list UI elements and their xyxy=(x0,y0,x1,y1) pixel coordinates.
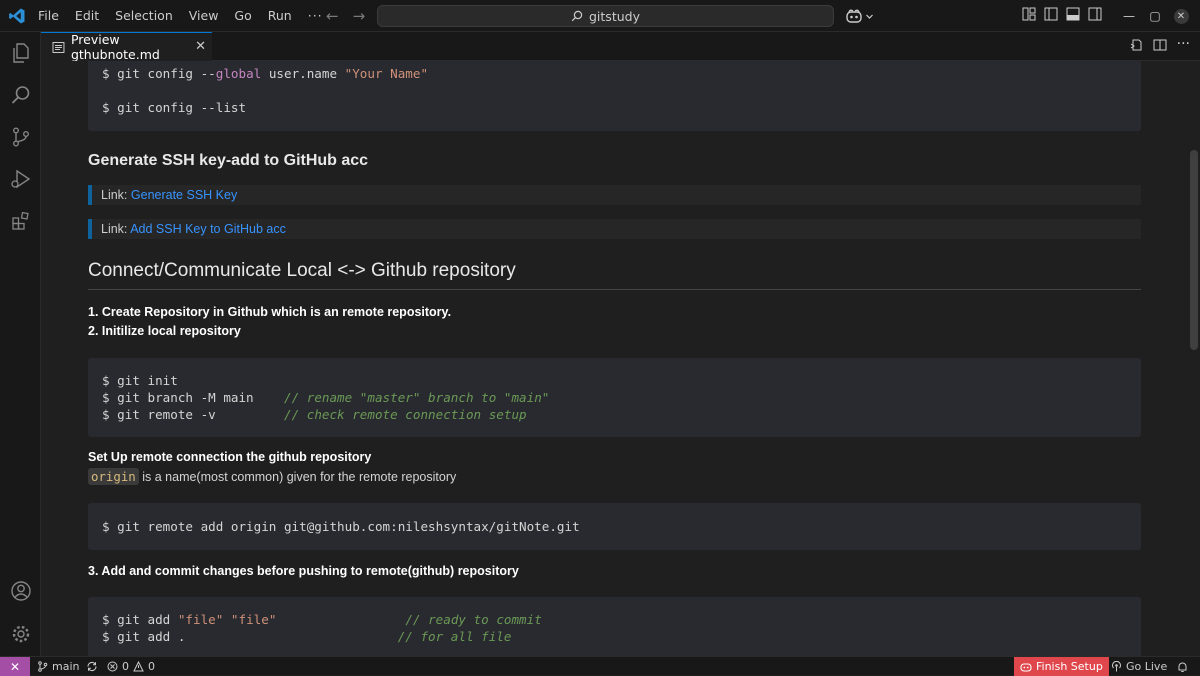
code-block-config: $ git config --global user.name "Your Na… xyxy=(88,61,1141,131)
preview-icon xyxy=(52,41,65,53)
accounts-icon[interactable] xyxy=(8,578,33,603)
error-icon xyxy=(107,661,118,672)
remote-indicator-icon[interactable]: ✕ xyxy=(0,657,30,676)
finish-setup-label: Finish Setup xyxy=(1036,660,1103,673)
code-line: $ git add "file" "file" // ready to comm… xyxy=(102,612,542,627)
copilot-icon xyxy=(1020,663,1032,672)
code-line: $ git config --list xyxy=(102,100,247,115)
menu-selection[interactable]: Selection xyxy=(107,0,181,32)
inline-code-origin: origin xyxy=(88,468,139,485)
editor-tabs: Preview gthubnote.md ✕ ··· xyxy=(41,32,1200,62)
go-live-button[interactable]: Go Live xyxy=(1111,657,1167,676)
window-controls: — ▢ ✕ xyxy=(1118,5,1192,27)
copilot-icon xyxy=(846,9,862,23)
code-line: $ git remote -v // check remote connecti… xyxy=(102,407,527,422)
blockquote-link: Link: Generate SSH Key xyxy=(88,185,1141,205)
heading-divider xyxy=(88,289,1141,290)
menu-bar: File Edit Selection View Go Run ··· xyxy=(30,0,331,32)
warning-icon xyxy=(133,661,144,672)
menu-view[interactable]: View xyxy=(181,0,227,32)
vscode-logo-icon xyxy=(9,8,25,24)
notifications-bell-icon[interactable] xyxy=(1177,657,1188,676)
markdown-preview: $ git config --global user.name "Your Na… xyxy=(41,61,1200,656)
branch-status[interactable]: main xyxy=(37,657,98,676)
heading-ssh: Generate SSH key-add to GitHub acc xyxy=(88,152,369,169)
heading-connect: Connect/Communicate Local <-> Github rep… xyxy=(88,260,516,281)
code-line: $ git init xyxy=(102,373,178,388)
title-bar: File Edit Selection View Go Run ··· ← → … xyxy=(0,0,1200,32)
close-tab-icon[interactable]: ✕ xyxy=(195,39,206,54)
sync-icon[interactable] xyxy=(86,661,98,672)
warning-count: 0 xyxy=(148,660,155,673)
menu-run[interactable]: Run xyxy=(260,0,300,32)
step-3-text: 3. Add and commit changes before pushing… xyxy=(88,564,519,578)
menu-edit[interactable]: Edit xyxy=(67,0,107,32)
git-branch-icon xyxy=(38,661,48,672)
source-control-icon[interactable] xyxy=(8,124,33,149)
code-line: $ git branch -M main // rename "master" … xyxy=(102,390,550,405)
code-block-init: $ git init $ git branch -M main // renam… xyxy=(88,358,1141,437)
split-editor-icon[interactable] xyxy=(1153,38,1167,52)
search-icon xyxy=(571,10,583,22)
open-source-icon[interactable] xyxy=(1129,38,1143,52)
run-debug-icon[interactable] xyxy=(8,166,33,191)
activity-bar xyxy=(0,32,41,656)
code-block-add-commit: $ git add "file" "file" // ready to comm… xyxy=(88,597,1141,656)
step-1-text: 1. Create Repository in Github which is … xyxy=(88,305,452,319)
blockquote-link: Link: Add SSH Key to GitHub acc xyxy=(88,219,1141,239)
menu-go[interactable]: Go xyxy=(226,0,259,32)
code-line: $ git remote add origin git@github.com:n… xyxy=(102,519,580,534)
remote-setup-desc: origin is a name(most common) given for … xyxy=(88,468,456,485)
remote-setup-title: Set Up remote connection the github repo… xyxy=(88,450,372,464)
scrollbar-thumb[interactable] xyxy=(1190,150,1198,350)
status-bar: ✕ main 0 0 Finish Setup Go Live xyxy=(0,656,1200,676)
close-window-icon[interactable]: ✕ xyxy=(1170,5,1192,27)
generate-ssh-key-link[interactable]: Generate SSH Key xyxy=(131,188,237,202)
go-live-label: Go Live xyxy=(1126,660,1168,673)
add-ssh-key-link[interactable]: Add SSH Key to GitHub acc xyxy=(130,222,286,236)
chevron-down-icon xyxy=(866,14,873,19)
toggle-panel-icon[interactable] xyxy=(1066,7,1080,21)
customize-layout-icon[interactable] xyxy=(1022,7,1036,21)
layout-controls xyxy=(1022,7,1102,21)
copilot-button[interactable] xyxy=(845,6,874,26)
tab-label: Preview gthubnote.md xyxy=(70,32,160,62)
editor-actions: ··· xyxy=(1129,37,1190,52)
code-line: $ git add . // for all file xyxy=(102,629,512,644)
vertical-scrollbar[interactable] xyxy=(1188,61,1200,656)
code-line: $ git config --global user.name "Your Na… xyxy=(102,66,429,81)
toggle-primary-sidebar-icon[interactable] xyxy=(1044,7,1058,21)
nav-arrows: ← → xyxy=(326,7,365,25)
search-view-icon[interactable] xyxy=(8,82,33,107)
problems-status[interactable]: 0 0 xyxy=(107,657,155,676)
branch-name: main xyxy=(52,660,80,673)
code-block-remote-add: $ git remote add origin git@github.com:n… xyxy=(88,503,1141,550)
more-actions-icon[interactable]: ··· xyxy=(1177,37,1190,52)
menu-file[interactable]: File xyxy=(30,0,67,32)
error-count: 0 xyxy=(122,660,129,673)
command-center-text: gitstudy xyxy=(589,8,640,24)
extensions-icon[interactable] xyxy=(8,208,33,233)
manage-gear-icon[interactable] xyxy=(8,621,33,646)
finish-setup-button[interactable]: Finish Setup xyxy=(1014,657,1109,676)
toggle-secondary-sidebar-icon[interactable] xyxy=(1088,7,1102,21)
command-center[interactable]: gitstudy xyxy=(377,5,834,27)
tab-preview-gthubnote[interactable]: Preview gthubnote.md ✕ xyxy=(41,32,212,62)
maximize-icon[interactable]: ▢ xyxy=(1144,5,1166,27)
minimize-icon[interactable]: — xyxy=(1118,5,1140,27)
explorer-icon[interactable] xyxy=(8,40,33,65)
step-2-text: 2. Initilize local repository xyxy=(88,324,241,338)
back-arrow-icon[interactable]: ← xyxy=(326,7,339,25)
forward-arrow-icon[interactable]: → xyxy=(353,7,366,25)
broadcast-icon xyxy=(1112,661,1121,672)
